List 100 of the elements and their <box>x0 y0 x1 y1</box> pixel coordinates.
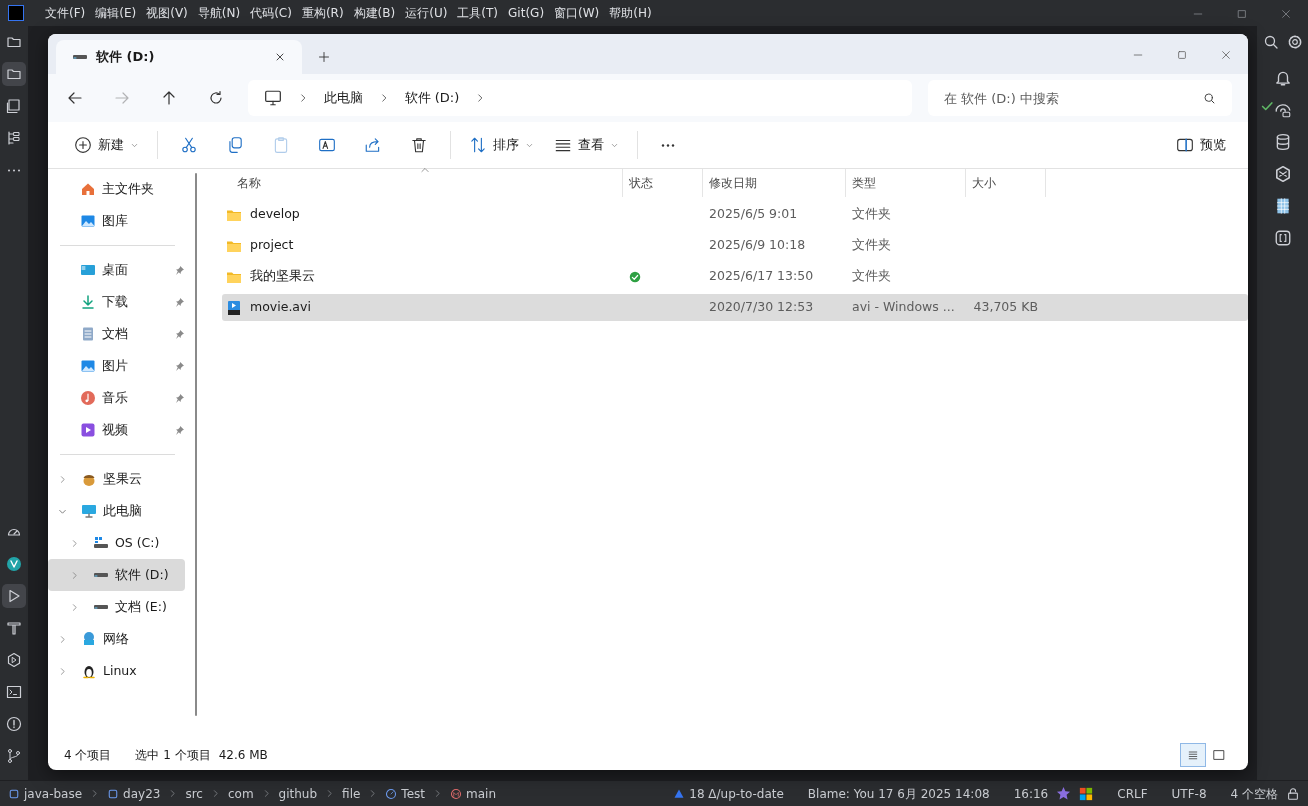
close-icon[interactable] <box>274 51 286 63</box>
tab[interactable]: 软件 (D:) <box>56 40 302 74</box>
search-field[interactable]: 在 软件 (D:) 中搜索 <box>928 80 1232 116</box>
picture-icon <box>80 213 96 229</box>
menu-item[interactable]: 视图(V) <box>141 4 193 22</box>
menu-item[interactable]: 工具(T) <box>452 4 504 22</box>
settings-icon[interactable] <box>1286 34 1303 50</box>
file-name[interactable]: 我的坚果云 <box>250 267 315 286</box>
sidebar-item[interactable]: 此电脑 <box>48 495 185 527</box>
line-separator[interactable]: CRLF <box>1117 784 1148 803</box>
terminal-icon <box>6 684 22 700</box>
star-icon[interactable] <box>1056 786 1072 801</box>
breadcrumb-item[interactable]: 软件 (D:) <box>404 88 460 108</box>
check-icon <box>1260 99 1274 113</box>
video-icon <box>80 422 96 438</box>
menu-item[interactable]: 构建(B) <box>348 4 401 22</box>
module-icon <box>8 787 20 800</box>
rename-icon <box>318 136 336 154</box>
file-row[interactable]: develop 2025/6/5 9:01 文件夹 <box>222 201 1248 228</box>
menu-item[interactable]: 编辑(E) <box>90 4 142 22</box>
breadcrumb-item[interactable]: 此电脑 <box>323 88 363 108</box>
document-icon <box>80 326 96 342</box>
scrollbar-thumb[interactable] <box>195 173 197 716</box>
breadcrumb-item[interactable]: com <box>227 784 254 803</box>
sidebar-item[interactable]: 坚果云 <box>48 463 185 495</box>
column-header[interactable]: 状态 <box>629 174 653 192</box>
lock-icon[interactable] <box>1286 786 1300 801</box>
sidebar-item[interactable]: 下载 <box>48 286 185 318</box>
breadcrumb-item[interactable]: main <box>466 784 496 803</box>
column-header[interactable]: 修改日期 <box>709 174 757 192</box>
indent-setting[interactable]: 4 个空格 <box>1230 784 1278 803</box>
breadcrumb-item[interactable]: src <box>185 784 203 803</box>
menu-item[interactable]: 导航(N) <box>192 4 246 22</box>
column-header[interactable]: 类型 <box>852 174 876 192</box>
file-name[interactable]: develop <box>250 205 300 224</box>
sidebar-item[interactable]: 图库 <box>48 205 185 237</box>
sidebar-item[interactable]: 桌面 <box>48 254 185 286</box>
file-name[interactable]: movie.avi <box>250 298 311 317</box>
menu-item[interactable]: 重构(R) <box>296 4 349 22</box>
file-encoding[interactable]: UTF-8 <box>1171 784 1207 803</box>
branch-icon <box>6 748 22 764</box>
breadcrumb-item[interactable]: java-base <box>24 784 83 803</box>
module-icon <box>107 787 120 800</box>
more-icon <box>660 143 676 147</box>
sidebar-item[interactable]: 文档 (E:) <box>48 591 185 623</box>
stacked-squares-icon <box>6 98 22 114</box>
sidebar-item[interactable]: Linux <box>48 655 185 687</box>
blame-info[interactable]: Blame: You 17 6月 2025 14:08 <box>807 784 990 803</box>
bell-icon[interactable] <box>1273 69 1292 87</box>
column-header[interactable]: 大小 <box>972 174 996 192</box>
menu-item[interactable]: 帮助(H) <box>604 4 657 22</box>
breadcrumb-item[interactable]: Test <box>401 784 425 803</box>
preview-button[interactable]: 预览 <box>1170 129 1232 161</box>
maximize-icon[interactable] <box>1176 48 1188 61</box>
maximize-icon[interactable] <box>1236 7 1248 20</box>
back-arrow-icon[interactable] <box>67 90 84 106</box>
details-view-button[interactable] <box>1180 743 1206 767</box>
sidebar-item[interactable]: 主文件夹 <box>48 173 185 205</box>
ij-logo-icon <box>8 5 24 21</box>
sidebar-item[interactable]: 文档 <box>48 318 185 350</box>
list-icon <box>1187 748 1199 762</box>
sidebar-item[interactable]: 音乐 <box>48 382 185 414</box>
sidebar-item[interactable]: OS (C:) <box>48 527 185 559</box>
breadcrumb-item[interactable]: day23 <box>123 784 161 803</box>
menu-item[interactable]: 文件(F) <box>40 4 91 22</box>
breadcrumb-item[interactable]: file <box>342 784 361 803</box>
cursor-position[interactable]: 16:16 <box>1013 784 1049 803</box>
chat-icon[interactable] <box>1273 101 1292 119</box>
sidebar-item[interactable]: 视频 <box>48 414 185 446</box>
sort-button[interactable]: 排序 <box>463 129 540 161</box>
monitor-icon <box>81 503 97 519</box>
chevron-icon <box>368 789 378 798</box>
file-row[interactable]: project 2025/6/9 10:18 文件夹 <box>222 232 1248 259</box>
file-row[interactable]: 我的坚果云 2025/6/17 13:50 文件夹 <box>222 263 1248 290</box>
plus-icon[interactable] <box>318 51 330 63</box>
menu-item[interactable]: 运行(U) <box>400 4 453 22</box>
refresh-icon[interactable] <box>208 90 225 106</box>
menu-item[interactable]: 代码(C) <box>245 4 297 22</box>
hexagon-icon[interactable] <box>1273 165 1292 183</box>
music-note-icon <box>80 390 96 406</box>
new-button[interactable]: 新建 <box>68 129 145 161</box>
column-header[interactable]: 名称 <box>237 174 261 192</box>
sidebar-item[interactable]: 图片 <box>48 350 185 382</box>
menu-item[interactable]: Git(G) <box>503 4 550 22</box>
vcs-status[interactable]: 18 Δ/up-to-date <box>689 784 784 803</box>
file-name[interactable]: project <box>250 236 294 255</box>
menu-item[interactable]: 窗口(W) <box>549 4 605 22</box>
file-row[interactable]: movie.avi 2020/7/30 12:53 avi - Windows ... 43,705 KB <box>222 294 1248 321</box>
tool-window-button[interactable] <box>2 584 26 608</box>
braces-icon[interactable] <box>1273 229 1292 247</box>
search-icon[interactable] <box>1262 34 1279 50</box>
preview-pane-icon <box>1176 136 1194 154</box>
sidebar-item[interactable]: 网络 <box>48 623 185 655</box>
windows-logo-icon[interactable] <box>1079 786 1094 801</box>
tool-window-button[interactable] <box>2 62 26 86</box>
computer-icon[interactable] <box>263 89 282 107</box>
breadcrumb-item[interactable]: github <box>278 784 318 803</box>
sidebar-item[interactable]: 软件 (D:) <box>48 559 185 591</box>
modified-date: 2025/6/9 10:18 <box>709 236 806 255</box>
view-button[interactable]: 查看 <box>548 129 625 161</box>
